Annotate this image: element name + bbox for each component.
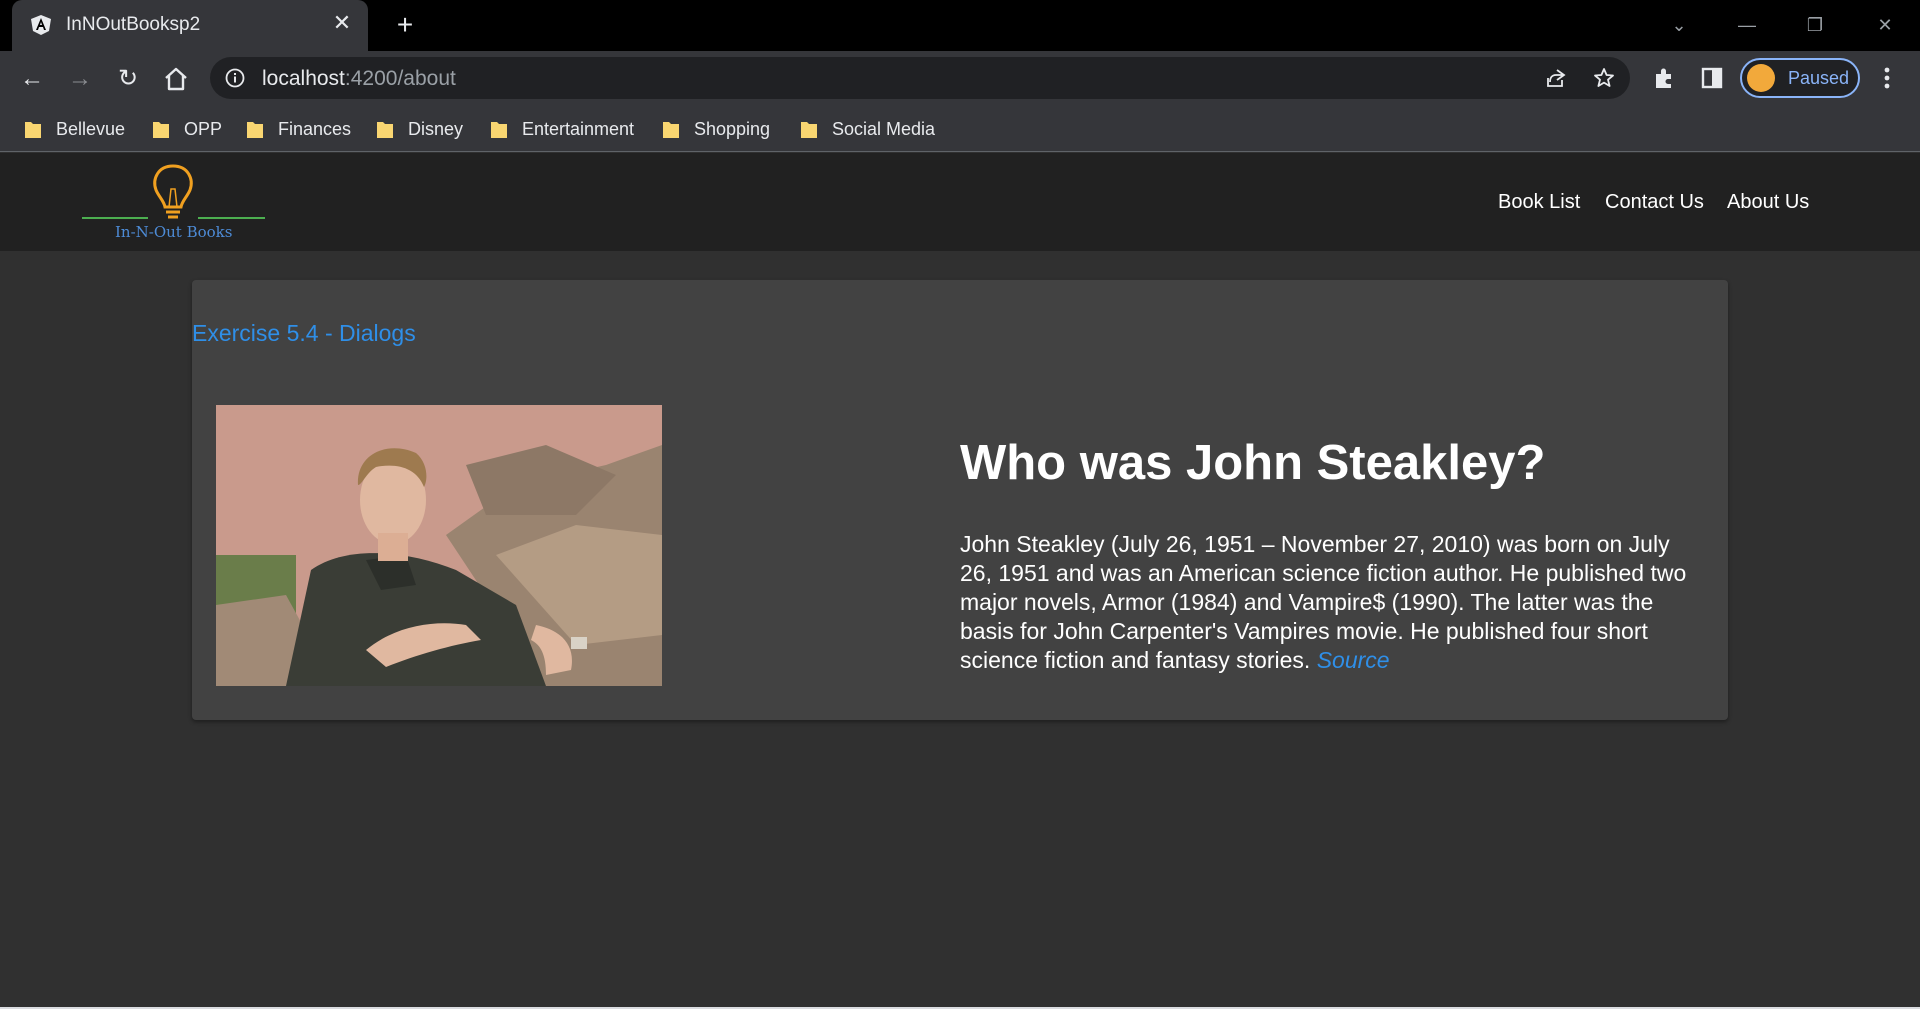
folder-icon: [491, 122, 507, 138]
url-host: localhost: [262, 67, 345, 90]
folder-icon: [377, 122, 393, 138]
app-header: In-N-Out Books Book List Contact Us Abou…: [0, 153, 1920, 251]
bookmark-label: Finances: [278, 118, 352, 139]
bookmarks-bar: Bellevue OPP Finances Disney Entertainme…: [0, 106, 1920, 152]
back-button[interactable]: ←: [16, 63, 48, 95]
url-text: localhost:4200/about: [262, 67, 456, 91]
logo-text: In-N-Out Books: [115, 223, 233, 241]
more-menu-icon[interactable]: [1872, 63, 1902, 93]
bookmark-folder-finances[interactable]: Finances: [246, 115, 351, 143]
tab-title: InNOutBooksp2: [66, 14, 201, 35]
site-info-icon[interactable]: [224, 67, 246, 89]
bookmark-label: Shopping: [694, 118, 771, 139]
nav-book-list[interactable]: Book List: [1498, 191, 1580, 214]
nav-contact-us[interactable]: Contact Us: [1605, 191, 1704, 214]
bookmark-label: Social Media: [832, 118, 936, 139]
forward-button[interactable]: →: [64, 63, 96, 95]
page-heading: Who was John Steakley?: [960, 436, 1546, 490]
folder-icon: [25, 122, 41, 138]
author-bio: John Steakley (July 26, 1951 – November …: [960, 530, 1700, 675]
lightbulb-icon: [82, 164, 265, 219]
share-icon[interactable]: [1544, 66, 1568, 90]
bookmark-folder-entertainment[interactable]: Entertainment: [490, 115, 634, 143]
address-bar[interactable]: localhost:4200/about: [210, 57, 1630, 99]
folder-icon: [801, 122, 817, 138]
minimize-button[interactable]: —: [1732, 10, 1762, 40]
reload-button[interactable]: ↻: [112, 63, 144, 95]
avatar: [1747, 64, 1775, 92]
bookmark-star-icon[interactable]: [1592, 66, 1616, 90]
browser-titlebar: InNOutBooksp2 ✕ + ⌄ — ❐ ✕: [0, 0, 1920, 51]
author-photo: [216, 405, 662, 686]
browser-toolbar: ← → ↻ localhost:4200/about Paused: [0, 51, 1920, 106]
profile-status: Paused: [1788, 68, 1850, 88]
side-panel-icon[interactable]: [1698, 64, 1726, 92]
bookmark-folder-opp[interactable]: OPP: [152, 115, 222, 143]
bookmark-label: Bellevue: [56, 118, 126, 139]
profile-button[interactable]: Paused: [1740, 58, 1860, 98]
extensions-icon[interactable]: [1650, 64, 1678, 92]
bookmark-folder-bellevue[interactable]: Bellevue: [24, 115, 125, 143]
nav-about-us[interactable]: About Us: [1727, 191, 1809, 214]
bookmark-folder-shopping[interactable]: Shopping: [662, 115, 770, 143]
close-tab-icon[interactable]: ✕: [330, 11, 354, 35]
tab-search-icon[interactable]: ⌄: [1664, 10, 1694, 40]
folder-icon: [663, 122, 679, 138]
bookmark-label: OPP: [184, 118, 223, 139]
bookmark-label: Disney: [408, 118, 464, 139]
restore-button[interactable]: ❐: [1800, 10, 1830, 40]
page-content: In-N-Out Books Book List Contact Us Abou…: [0, 153, 1920, 1009]
url-path: :4200/about: [344, 67, 456, 90]
bookmark-folder-social-media[interactable]: Social Media: [800, 115, 935, 143]
new-tab-button[interactable]: +: [390, 11, 420, 41]
close-window-button[interactable]: ✕: [1870, 10, 1900, 40]
folder-icon: [153, 122, 169, 138]
bookmark-folder-disney[interactable]: Disney: [376, 115, 463, 143]
about-card: Exercise 5.4 - Dialogs Who was John Stea…: [192, 280, 1728, 720]
home-icon[interactable]: [160, 63, 192, 95]
source-link[interactable]: Source: [1317, 647, 1390, 673]
bookmark-label: Entertainment: [522, 118, 635, 139]
folder-icon: [247, 122, 263, 138]
exercise-title: Exercise 5.4 - Dialogs: [192, 320, 416, 346]
angular-icon: [31, 15, 51, 35]
browser-tab[interactable]: InNOutBooksp2 ✕: [12, 0, 368, 51]
